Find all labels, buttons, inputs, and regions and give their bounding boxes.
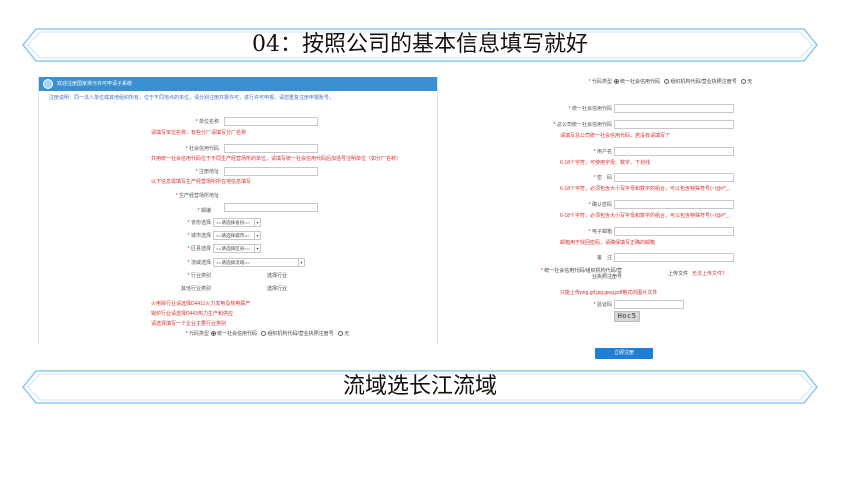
code-type-label: * 代码类型 [185,331,209,337]
unit-name-label: * 单位名称 [195,119,219,125]
industry-note-3: 请选择填写一个企业主要行业类别 [151,321,227,327]
province-row: * 省份选择 ==请选择省份== ▾ [39,218,437,228]
email-label: * 电子邮箱 [588,229,612,235]
left-form-screenshot: 欢迎注册国家排污许可申请子系统 注册说明：同一法人单位或其他组织所有，位于不同地… [38,77,438,345]
district-row: * 区县选择 ==请选择区县== ▾ [39,244,437,254]
bottom-banner: 流域选长江流域 [22,370,818,404]
upload-hint: 只能上传png,gif,jpg,jpeg,pdf格式的图片文件 [560,290,658,296]
radio-none[interactable] [741,79,747,85]
other-industry-row: 其他行业类别 选择行业 [39,284,437,294]
radio-credit-code[interactable] [211,331,216,337]
code-type-row: * 代码类型 统一社会信用代码 组织机构代码/营业执照注册号 无 [39,329,437,339]
password-label: * 密 码 [593,175,612,181]
captcha-label: * 验证码 [593,302,612,308]
upload-status: 无法上传文件？ [692,271,728,277]
confirm-password-label: * 确认密码 [588,202,612,208]
captcha-row: * 验证码 [540,300,778,310]
form-header: 欢迎注册国家排污许可申请子系统 [39,77,437,91]
basin-label: * 流域选择 [187,260,211,266]
industry-note-1: 火电除行业请选择D4411火力发电及热电联产 [151,301,251,307]
city-label: * 城市选择 [187,233,211,239]
email-input[interactable] [614,227,734,236]
site-logo-icon [43,79,53,89]
captcha-input[interactable] [614,300,684,309]
radio-org-code[interactable] [664,79,670,85]
parent-code-row: * 总公司统一社会信用代码 [540,120,778,130]
basin-select[interactable]: ==请选择流域== ▾ [213,258,305,267]
parent-code-input[interactable] [614,120,734,129]
bottom-banner-title: 流域选长江流域 [342,374,497,399]
captcha-image[interactable]: Hoc5 [614,311,640,322]
remark-input[interactable] [614,253,734,262]
unit-name-input[interactable] [224,117,318,126]
right-code-type-radios: 统一社会信用代码 组织机构代码/营业执照注册号 无 [614,77,752,87]
submit-register-button[interactable]: 立即注册 [595,348,653,359]
right-code-type-row: * 代码类型 统一社会信用代码 组织机构代码/营业执照注册号 无 [540,77,778,87]
right-credit-code-row: * 统一社会信用代码 [540,104,778,114]
radio-org-code[interactable] [261,331,267,337]
postal-label: * 邮编 [197,208,211,214]
password-row: * 密 码 [540,173,778,183]
confirm-password-input[interactable] [614,200,734,209]
postal-row: * 邮编 [39,206,437,216]
chevron-down-icon: ▾ [254,219,260,226]
parent-code-label: * 总公司统一社会信用代码 [553,122,612,128]
right-form-screenshot: * 代码类型 统一社会信用代码 组织机构代码/营业执照注册号 无 * 统一社会信… [540,73,778,365]
prod-address-label: * 生产经营场所地址 [175,193,219,199]
prod-address-row: * 生产经营场所地址 [39,191,437,201]
city-select[interactable]: ==请选择城市== ▾ [213,231,261,240]
top-banner: 04：按照公司的基本信息填写就好 [22,28,818,62]
industry-note-2: 锅炉行业请选择D443热力生产和供应 [151,311,233,317]
username-input[interactable] [614,147,734,156]
upload-file-button[interactable]: 上传文件 [668,270,688,277]
parent-code-hint: 请填写总公司统一社会信用代码，若没有请填写“/” [560,133,670,139]
other-industry-select-link[interactable]: 选择行业 [267,284,287,294]
credit-code-row: * 社会信用代码 [39,144,437,154]
district-label: * 区县选择 [187,246,211,252]
unit-name-row: * 单位名称 [39,117,437,127]
email-row: * 电子邮箱 [540,227,778,237]
other-industry-label: 其他行业类别 [180,286,211,292]
province-label: * 省份选择 [187,220,211,226]
top-banner-title: 04：按照公司的基本信息填写就好 [252,32,588,57]
username-label: * 用户名 [593,149,612,155]
right-code-type-label: * 代码类型 [588,79,612,85]
reg-address-hint: 以下信息需填写生产经营场所所在地信息填写 [151,179,252,185]
basin-row: * 流域选择 ==请选择流域== ▾ [39,258,437,268]
remark-row: 备 注 [540,253,778,263]
credit-code-hint: 共用统一社会信用代码位于不同生产经营场所的单位，请填写统一社会信用代码后加括号注… [151,156,402,162]
reg-address-row: * 注册地址 [39,167,437,177]
password-input[interactable] [614,173,734,182]
right-credit-code-input[interactable] [614,104,734,113]
password-hint: 6-18个字符，必须包含大小写字母和数字的组合，可以包含特殊符号(~!@#*_. [560,186,730,192]
chevron-down-icon: ▾ [254,245,260,252]
chevron-down-icon: ▾ [254,232,260,239]
confirm-password-row: * 确认密码 [540,200,778,210]
confirm-password-hint: 6-18个字符，必须包含大小写字母和数字的组合，可以包含特殊符号(~!@#*_. [560,213,730,219]
chevron-down-icon: ▾ [298,259,304,266]
district-select[interactable]: ==请选择区县== ▾ [213,244,261,253]
radio-none[interactable] [338,331,344,337]
industry-row: * 行业类别 选择行业 [39,271,437,281]
province-select[interactable]: ==请选择省份== ▾ [213,218,261,227]
username-row: * 用户名 [540,147,778,157]
reg-address-input[interactable] [224,167,318,176]
city-row: * 城市选择 ==请选择城市== ▾ [39,231,437,241]
remark-label: 备 注 [596,255,612,261]
form-header-title: 欢迎注册国家排污许可申请子系统 [57,81,133,87]
username-hint: 6-18个字符，可使用字母、数字、下划线 [560,160,651,166]
code-type-radios: 统一社会信用代码 组织机构代码/营业执照注册号 无 [211,329,349,339]
radio-credit-code[interactable] [614,79,619,85]
right-credit-code-label: * 统一社会信用代码 [568,106,612,112]
industry-label: * 行业类别 [187,273,211,279]
upload-label: * 统一社会信用代码/组织机构代码/营业执照注册号 [540,268,622,280]
reg-address-label: * 注册地址 [195,169,219,175]
email-hint: 邮箱用于找回密码，请确保填写正确的邮箱 [560,240,656,246]
credit-code-label: * 社会信用代码 [185,146,219,152]
unit-name-hint: 请填写单位名称，有些分厂请填写分厂名称 [151,130,247,136]
industry-select-link[interactable]: 选择行业 [267,271,287,281]
registration-note: 注册说明：同一法人单位或其他组织所有，位于不同地点的单位，请分别注册并报许可，进… [49,95,335,101]
credit-code-input[interactable] [224,144,318,153]
